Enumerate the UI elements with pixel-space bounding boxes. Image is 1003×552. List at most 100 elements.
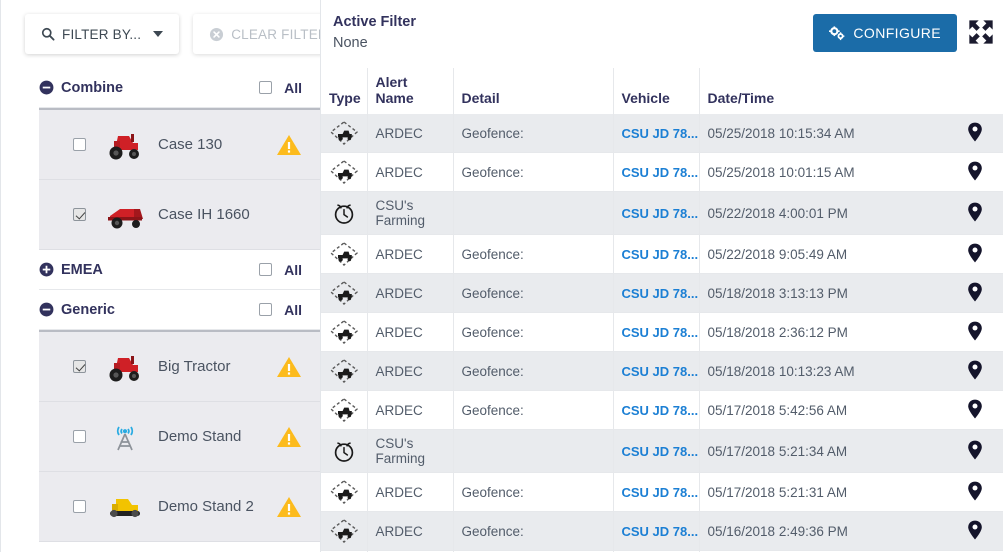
clear-filter-button[interactable]: CLEAR FILTER (193, 14, 320, 54)
cell-map[interactable] (947, 234, 1003, 274)
column-header-type[interactable]: Type (321, 68, 367, 114)
vehicle-filter-panel: FILTER BY... CLEAR FILTER Combine All Ca… (0, 0, 320, 552)
group-header-emea[interactable]: EMEA All (39, 250, 320, 290)
group-all-checkbox[interactable] (259, 263, 273, 276)
cell-map[interactable] (947, 390, 1003, 430)
cogs-icon (829, 25, 845, 40)
cell-alert-name: ARDEC (366, 511, 453, 551)
warning-triangle-icon[interactable] (276, 495, 302, 519)
cell-map[interactable] (947, 152, 1003, 192)
warning-triangle-icon[interactable] (276, 355, 302, 379)
cell-map[interactable] (947, 191, 1003, 235)
column-header-vehicle[interactable]: Vehicle (612, 68, 699, 114)
alarm-clock-icon (329, 438, 359, 464)
vehicle-link[interactable]: CSU JD 78... (622, 403, 699, 418)
table-row[interactable]: ARDEC Geofence: CSU JD 78... 05/25/2018 10:… (321, 114, 1003, 153)
cell-vehicle: CSU JD 78... (612, 390, 699, 430)
map-pin-icon[interactable] (967, 122, 983, 142)
column-header-detail[interactable]: Detail (452, 68, 613, 114)
warning-triangle-icon[interactable] (276, 133, 302, 157)
vehicle-link[interactable]: CSU JD 78... (622, 206, 699, 221)
map-pin-icon[interactable] (967, 243, 983, 263)
vehicle-row-demo-stand-2[interactable]: Demo Stand 2 (39, 472, 320, 542)
vehicle-row-case-130[interactable]: Case 130 (39, 110, 320, 180)
warning-triangle-icon[interactable] (276, 425, 302, 449)
vehicle-row-case-ih-1660[interactable]: Case IH 1660 (39, 180, 320, 250)
vehicle-list-combine: Case 130 Case IH 1660 (39, 108, 320, 250)
group-header-combine[interactable]: Combine All (39, 68, 320, 108)
table-row[interactable]: ARDEC Geofence: CSU JD 78... 05/22/2018 9:0… (321, 234, 1003, 274)
vehicle-checkbox[interactable] (73, 208, 86, 221)
vehicle-row-big-tractor[interactable]: Big Tractor (39, 332, 320, 402)
alerts-table-scroll[interactable]: Type Alert Name Detail Vehicle Date/Time… (321, 68, 1003, 552)
vehicle-link[interactable]: CSU JD 78... (622, 126, 699, 141)
vehicle-label: Case IH 1660 (158, 206, 250, 223)
group-header-generic[interactable]: Generic All (39, 290, 320, 330)
table-row[interactable]: ARDEC Geofence: CSU JD 78... 05/17/2018 5:4… (321, 390, 1003, 430)
table-row[interactable]: ARDEC Geofence: CSU JD 78... 05/16/2018 2:4… (321, 511, 1003, 551)
cell-map[interactable] (947, 312, 1003, 352)
geofence-vehicle-icon (329, 518, 359, 544)
table-row[interactable]: ARDEC Geofence: CSU JD 78... 05/17/2018 5:2… (321, 472, 1003, 512)
vehicle-link[interactable]: CSU JD 78... (622, 485, 699, 500)
cell-map[interactable] (947, 429, 1003, 473)
cell-type (321, 152, 367, 192)
group-all-checkbox[interactable] (259, 303, 273, 316)
cell-alert-name: ARDEC (366, 234, 453, 274)
cell-type (321, 114, 367, 153)
map-pin-icon[interactable] (967, 520, 983, 540)
vehicle-link[interactable]: CSU JD 78... (622, 286, 699, 301)
vehicle-link[interactable]: CSU JD 78... (622, 444, 699, 459)
table-row[interactable]: ARDEC Geofence: CSU JD 78... 05/18/2018 3:1… (321, 273, 1003, 313)
table-row[interactable]: ARDEC Geofence: CSU JD 78... 05/25/2018 10:… (321, 152, 1003, 192)
group-all-checkbox[interactable] (259, 81, 273, 94)
cell-type (321, 511, 367, 551)
map-pin-icon[interactable] (967, 202, 983, 222)
cell-detail: Geofence: (452, 273, 613, 313)
column-header-alert-name[interactable]: Alert Name (366, 68, 453, 114)
map-pin-icon[interactable] (967, 360, 983, 380)
column-header-datetime[interactable]: Date/Time (698, 68, 947, 114)
vehicle-link[interactable]: CSU JD 78... (622, 364, 699, 379)
vehicle-checkbox[interactable] (73, 500, 86, 513)
map-pin-icon[interactable] (967, 161, 983, 181)
cell-type (321, 191, 367, 235)
cell-type (321, 312, 367, 352)
cell-map[interactable] (947, 114, 1003, 153)
cell-datetime: 05/25/2018 10:01:15 AM (698, 152, 947, 192)
cell-vehicle: CSU JD 78... (612, 472, 699, 512)
cell-map[interactable] (947, 472, 1003, 512)
map-pin-icon[interactable] (967, 321, 983, 341)
vehicle-row-demo-stand[interactable]: Demo Stand (39, 402, 320, 472)
configure-button[interactable]: CONFIGURE (813, 14, 957, 52)
geofence-vehicle-icon (329, 159, 359, 185)
cell-map[interactable] (947, 511, 1003, 551)
expand-arrows-icon[interactable] (967, 18, 995, 46)
cell-detail (452, 191, 613, 235)
vehicle-link[interactable]: CSU JD 78... (622, 165, 699, 180)
map-pin-icon[interactable] (967, 282, 983, 302)
table-row[interactable]: ARDEC Geofence: CSU JD 78... 05/18/2018 2:3… (321, 312, 1003, 352)
cell-map[interactable] (947, 351, 1003, 391)
table-row[interactable]: CSU's Farming CSU JD 78... 05/17/2018 5:21… (321, 429, 1003, 473)
vehicle-checkbox[interactable] (73, 430, 86, 443)
filter-toolbar: FILTER BY... CLEAR FILTER (1, 0, 320, 68)
filter-by-button[interactable]: FILTER BY... (25, 14, 180, 54)
vehicle-checkbox[interactable] (73, 360, 86, 373)
table-row[interactable]: CSU's Farming CSU JD 78... 05/22/2018 4:00… (321, 191, 1003, 235)
configure-label: CONFIGURE (853, 25, 941, 41)
cell-map[interactable] (947, 273, 1003, 313)
clear-filter-label: CLEAR FILTER (231, 26, 320, 42)
vehicle-checkbox[interactable] (73, 138, 86, 151)
geofence-vehicle-icon (329, 241, 359, 267)
alerts-panel: Active Filter None CONFIGURE Type Alert … (320, 0, 1003, 552)
map-pin-icon[interactable] (967, 440, 983, 460)
vehicle-link[interactable]: CSU JD 78... (622, 247, 699, 262)
table-row[interactable]: ARDEC Geofence: CSU JD 78... 05/18/2018 10:… (321, 351, 1003, 391)
cell-type (321, 429, 367, 473)
map-pin-icon[interactable] (967, 481, 983, 501)
map-pin-icon[interactable] (967, 399, 983, 419)
vehicle-link[interactable]: CSU JD 78... (622, 524, 699, 539)
cell-datetime: 05/17/2018 5:21:31 AM (698, 472, 947, 512)
vehicle-link[interactable]: CSU JD 78... (622, 325, 699, 340)
